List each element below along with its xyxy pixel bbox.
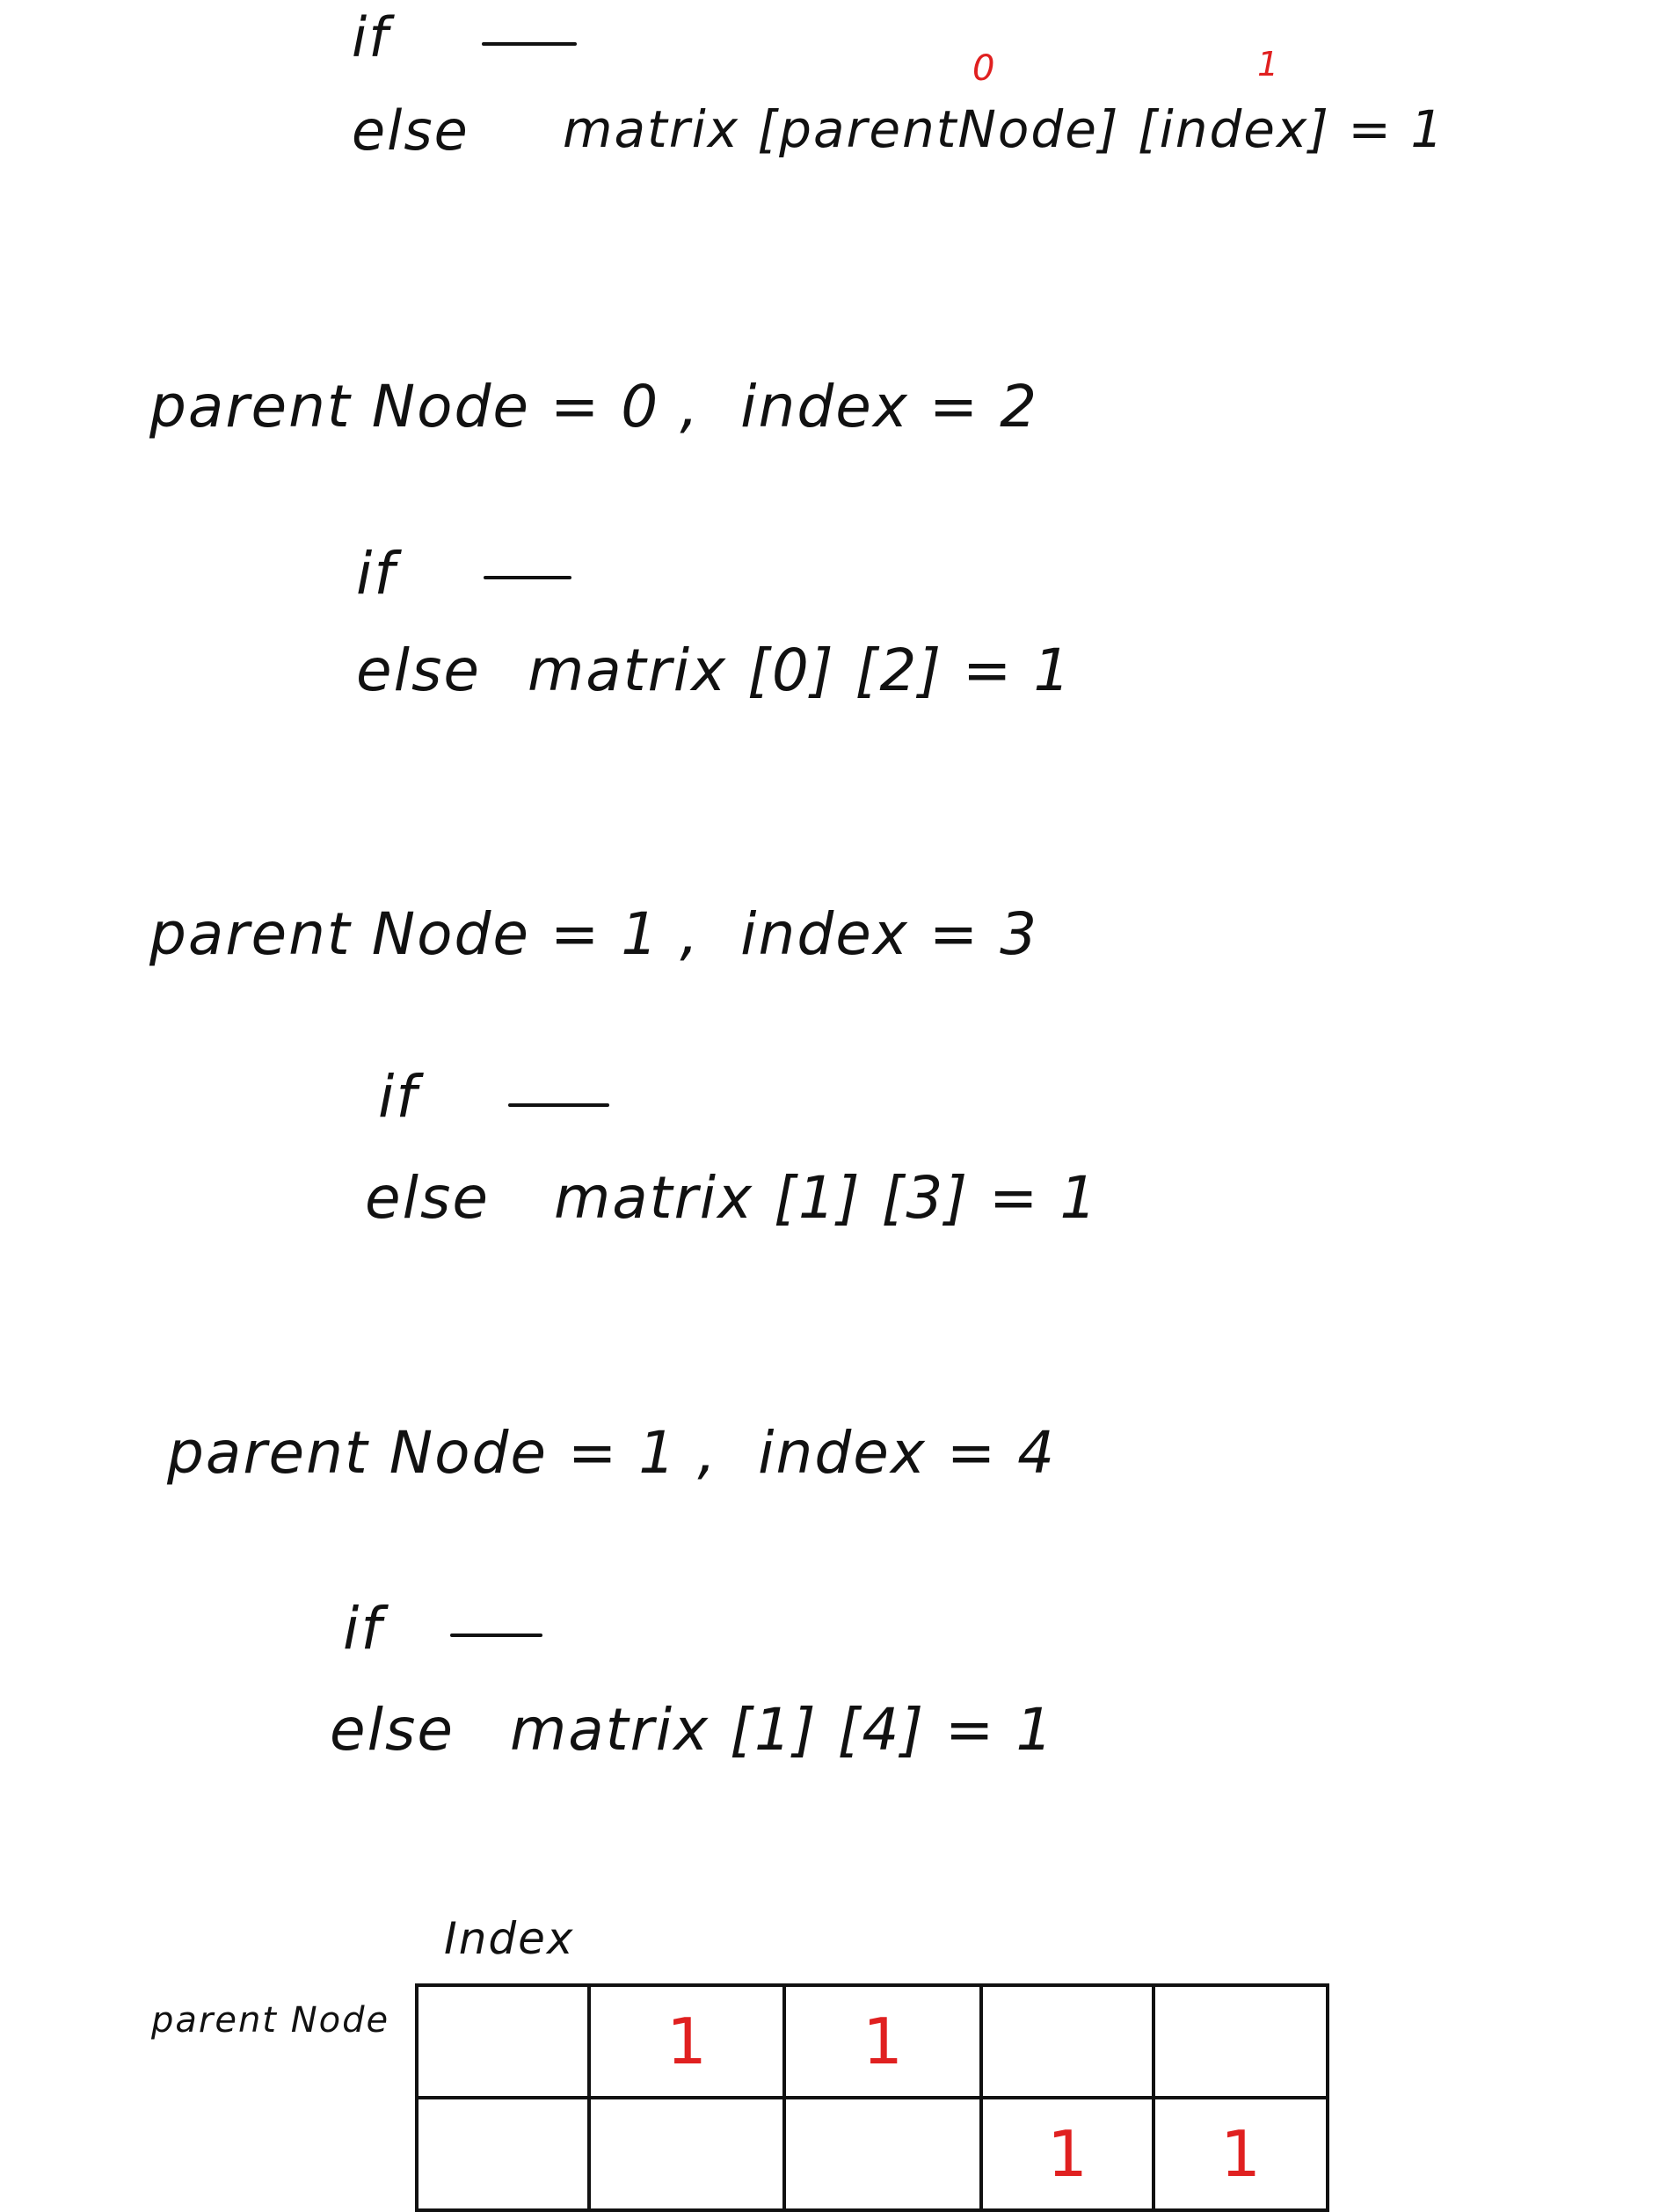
block1-else: else xyxy=(352,98,469,163)
step2-dash xyxy=(508,1103,609,1107)
block1-expr: matrix [parentNode] [index] = 1 xyxy=(563,99,1445,159)
step2-header: parent Node = 1 , index = 3 xyxy=(149,900,1039,968)
step3-expr: matrix [1] [4] = 1 xyxy=(510,1696,1055,1764)
step1-dash xyxy=(484,576,571,579)
table-row: 1 1 xyxy=(415,1983,1329,2099)
step3-dash xyxy=(450,1634,542,1637)
block1-annot-index: 1 xyxy=(1257,45,1281,84)
table-cell: 1 xyxy=(782,1983,983,2099)
step1-expr: matrix [0] [2] = 1 xyxy=(528,637,1073,704)
step3-if: if xyxy=(343,1595,383,1663)
table-cell xyxy=(979,1983,1155,2099)
step1-header: parent Node = 0 , index = 2 xyxy=(149,373,1039,440)
step2-if: if xyxy=(378,1063,418,1131)
step3-header: parent Node = 1 , index = 4 xyxy=(167,1419,1057,1487)
step3-else: else xyxy=(330,1696,455,1764)
table-cell xyxy=(1152,1983,1329,2099)
step2-expr: matrix [1] [3] = 1 xyxy=(554,1164,1099,1232)
table-cell xyxy=(587,2096,786,2212)
step2-else: else xyxy=(365,1164,490,1232)
table-cell xyxy=(415,1983,591,2099)
table-cell: 1 xyxy=(587,1983,786,2099)
table-cell: 1 xyxy=(1152,2096,1329,2212)
block1-annot-parent: 0 xyxy=(972,48,997,89)
block1-if: if xyxy=(352,5,390,69)
matrix-table: 1 1 1 1 xyxy=(415,1983,1329,2212)
table-row: 1 1 xyxy=(415,2096,1329,2212)
step1-if: if xyxy=(356,540,397,608)
block1-dash xyxy=(482,42,577,46)
table-cell: 1 xyxy=(979,2096,1155,2212)
table-cell xyxy=(782,2096,983,2212)
table-column-label: Index xyxy=(444,1913,575,1964)
table-cell xyxy=(415,2096,591,2212)
table-row-label: parent Node xyxy=(151,2000,390,2041)
step1-else: else xyxy=(356,637,481,704)
